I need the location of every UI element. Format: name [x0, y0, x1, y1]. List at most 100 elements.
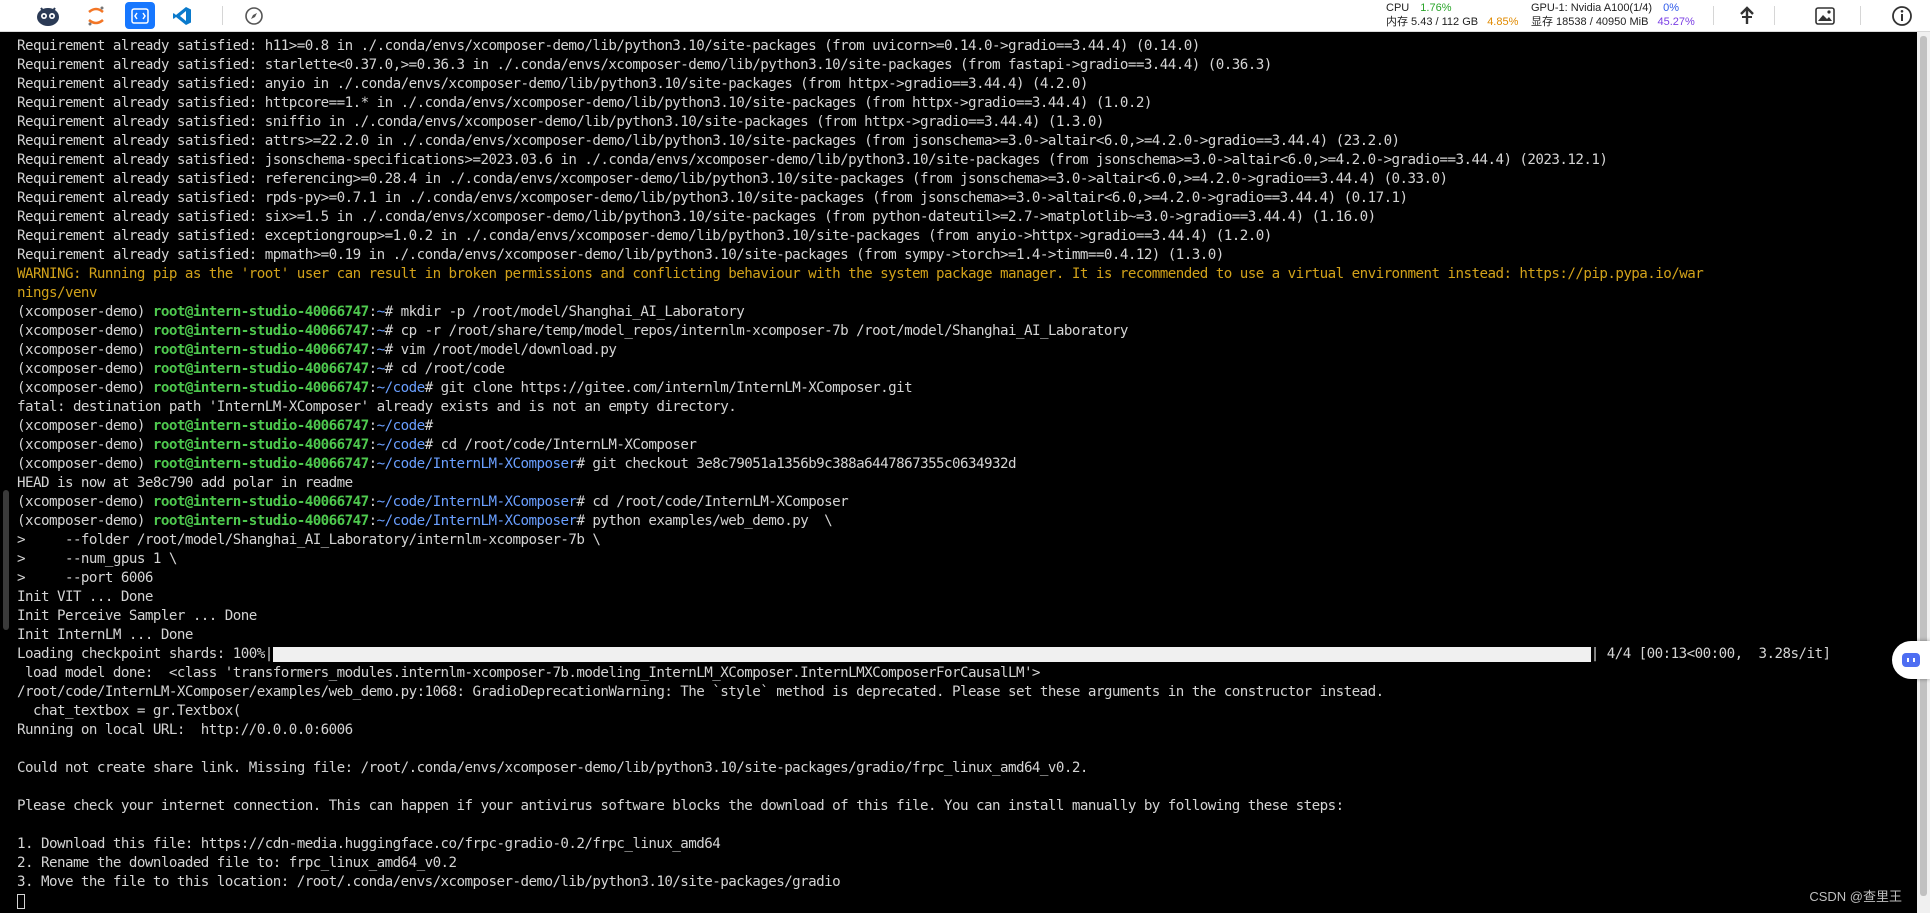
warning-text: WARNING: Running pip as the 'root' user …	[17, 266, 1704, 282]
output-text: Requirement already satisfied: attrs>=22…	[17, 133, 1400, 149]
prompt-separator: :	[368, 323, 378, 339]
terminal-prompt-line: (xcomposer-demo) root@intern-studio-4006…	[17, 436, 1917, 455]
terminal-line: Requirement already satisfied: sniffio i…	[17, 113, 1917, 132]
terminal-line: Requirement already satisfied: mpmath>=0…	[17, 246, 1917, 265]
output-text: Requirement already satisfied: httpcore=…	[17, 95, 1152, 111]
image-icon[interactable]	[1811, 2, 1839, 29]
scrollbar-thumb[interactable]	[1920, 36, 1927, 896]
mascot-logo-icon[interactable]	[33, 2, 63, 29]
terminal-prompt-line: (xcomposer-demo) root@intern-studio-4006…	[17, 341, 1917, 360]
output-text: Could not create share link. Missing fil…	[17, 760, 1088, 776]
prompt-command: # python examples/web_demo.py \	[576, 513, 833, 529]
terminal-line: Requirement already satisfied: referenci…	[17, 170, 1917, 189]
warning-text: nings/venv	[17, 285, 97, 301]
info-icon[interactable]	[1888, 2, 1916, 29]
vscode-icon[interactable]	[167, 2, 197, 29]
top-toolbar: CPU 1.76% 内存 5.43 / 112 GB 4.85% GPU-1: …	[0, 0, 1930, 32]
output-text: Init InternLM ... Done	[17, 627, 193, 643]
prompt-env: (xcomposer-demo)	[17, 437, 153, 453]
terminal-gutter-marker	[3, 490, 9, 630]
terminal-prompt-line: (xcomposer-demo) root@intern-studio-4006…	[17, 379, 1917, 398]
output-text: 1. Download this file: https://cdn-media…	[17, 836, 721, 852]
prompt-user: root@intern-studio-40066747	[152, 342, 369, 358]
terminal-line: /root/code/InternLM-XComposer/examples/w…	[17, 683, 1917, 702]
terminal-prompt-line: (xcomposer-demo) root@intern-studio-4006…	[17, 417, 1917, 436]
vram-label: 显存 18538 / 40950 MiB	[1531, 16, 1649, 28]
output-text: fatal: destination path 'InternLM-XCompo…	[17, 399, 737, 415]
output-text: load model done: <class 'transformers_mo…	[17, 665, 1041, 681]
prompt-env: (xcomposer-demo)	[17, 456, 153, 472]
output-text: Requirement already satisfied: rpds-py>=…	[17, 190, 1408, 206]
prompt-user: root@intern-studio-40066747	[152, 456, 369, 472]
terminal-line: Requirement already satisfied: httpcore=…	[17, 94, 1917, 113]
code-editor-icon[interactable]	[125, 2, 155, 29]
prompt-user: root@intern-studio-40066747	[152, 380, 369, 396]
terminal-line: load model done: <class 'transformers_mo…	[17, 664, 1917, 683]
prompt-separator: :	[368, 513, 378, 529]
toolbar-divider	[222, 6, 223, 25]
prompt-separator: :	[368, 494, 378, 510]
prompt-separator: :	[368, 437, 378, 453]
terminal-line: Requirement already satisfied: six>=1.5 …	[17, 208, 1917, 227]
prompt-path: ~/code	[376, 418, 426, 434]
terminal-line: Requirement already satisfied: h11>=0.8 …	[17, 37, 1917, 56]
compass-icon[interactable]	[239, 2, 269, 29]
output-text: Requirement already satisfied: h11>=0.8 …	[17, 38, 1200, 54]
terminal-line: > --num_gpus 1 \	[17, 550, 1917, 569]
prompt-env: (xcomposer-demo)	[17, 380, 153, 396]
prompt-separator: :	[368, 418, 378, 434]
output-text: HEAD is now at 3e8c790 add polar in read…	[17, 475, 353, 491]
terminal-line: Init VIT ... Done	[17, 588, 1917, 607]
terminal-cursor[interactable]	[17, 894, 25, 909]
floating-assistant-button[interactable]	[1892, 641, 1930, 679]
terminal-prompt-line: (xcomposer-demo) root@intern-studio-4006…	[17, 303, 1917, 322]
prompt-path: ~/code	[376, 437, 426, 453]
prompt-command: # git checkout 3e8c79051a1356b9c388a6447…	[576, 456, 1016, 472]
prompt-env: (xcomposer-demo)	[17, 361, 153, 377]
prompt-user: root@intern-studio-40066747	[152, 323, 369, 339]
terminal-line: 3. Move the file to this location: /root…	[17, 873, 1917, 892]
output-text: /root/code/InternLM-XComposer/examples/w…	[17, 684, 1384, 700]
terminal-cursor-line	[17, 892, 1917, 911]
output-text: > --folder /root/model/Shanghai_AI_Labor…	[17, 532, 601, 548]
jupyter-icon[interactable]	[81, 2, 111, 29]
vram-value: 45.27%	[1657, 16, 1695, 28]
terminal-line: Requirement already satisfied: starlette…	[17, 56, 1917, 75]
terminal-line: chat_textbox = gr.Textbox(	[17, 702, 1917, 721]
prompt-separator: :	[368, 380, 378, 396]
prompt-command: # cp -r /root/share/temp/model_repos/int…	[384, 323, 1129, 339]
terminal-line: > --port 6006	[17, 569, 1917, 588]
progress-label: Loading checkpoint shards: 100%|	[17, 646, 273, 662]
upload-icon[interactable]	[1733, 2, 1761, 29]
output-text: Requirement already satisfied: six>=1.5 …	[17, 209, 1376, 225]
memory-label: 内存 5.43 / 112 GB	[1386, 16, 1479, 28]
output-text: 3. Move the file to this location: /root…	[17, 874, 841, 890]
prompt-command: # cd /root/code/InternLM-XComposer	[576, 494, 849, 510]
terminal-line: Requirement already satisfied: jsonschem…	[17, 151, 1917, 170]
terminal-prompt-line: (xcomposer-demo) root@intern-studio-4006…	[17, 455, 1917, 474]
terminal-line: HEAD is now at 3e8c790 add polar in read…	[17, 474, 1917, 493]
chat-bot-icon	[1902, 653, 1920, 667]
terminal-line: 1. Download this file: https://cdn-media…	[17, 835, 1917, 854]
output-text: Requirement already satisfied: starlette…	[17, 57, 1272, 73]
prompt-path: ~/code/InternLM-XComposer	[376, 513, 577, 529]
terminal-warning-line: nings/venv	[17, 284, 1917, 303]
prompt-separator: :	[368, 361, 378, 377]
toolbar-divider	[1860, 6, 1861, 25]
terminal-scrollbar[interactable]	[1917, 32, 1930, 913]
output-text: chat_textbox = gr.Textbox(	[17, 703, 241, 719]
terminal-output[interactable]: Requirement already satisfied: h11>=0.8 …	[0, 32, 1917, 913]
toolbar-divider	[1713, 6, 1714, 25]
prompt-env: (xcomposer-demo)	[17, 513, 153, 529]
prompt-env: (xcomposer-demo)	[17, 342, 153, 358]
prompt-path: ~	[376, 342, 386, 358]
prompt-separator: :	[368, 456, 378, 472]
prompt-command: #	[424, 418, 434, 434]
terminal-line: Could not create share link. Missing fil…	[17, 759, 1917, 778]
prompt-separator: :	[368, 342, 378, 358]
prompt-env: (xcomposer-demo)	[17, 304, 153, 320]
progress-bar	[272, 647, 1591, 662]
